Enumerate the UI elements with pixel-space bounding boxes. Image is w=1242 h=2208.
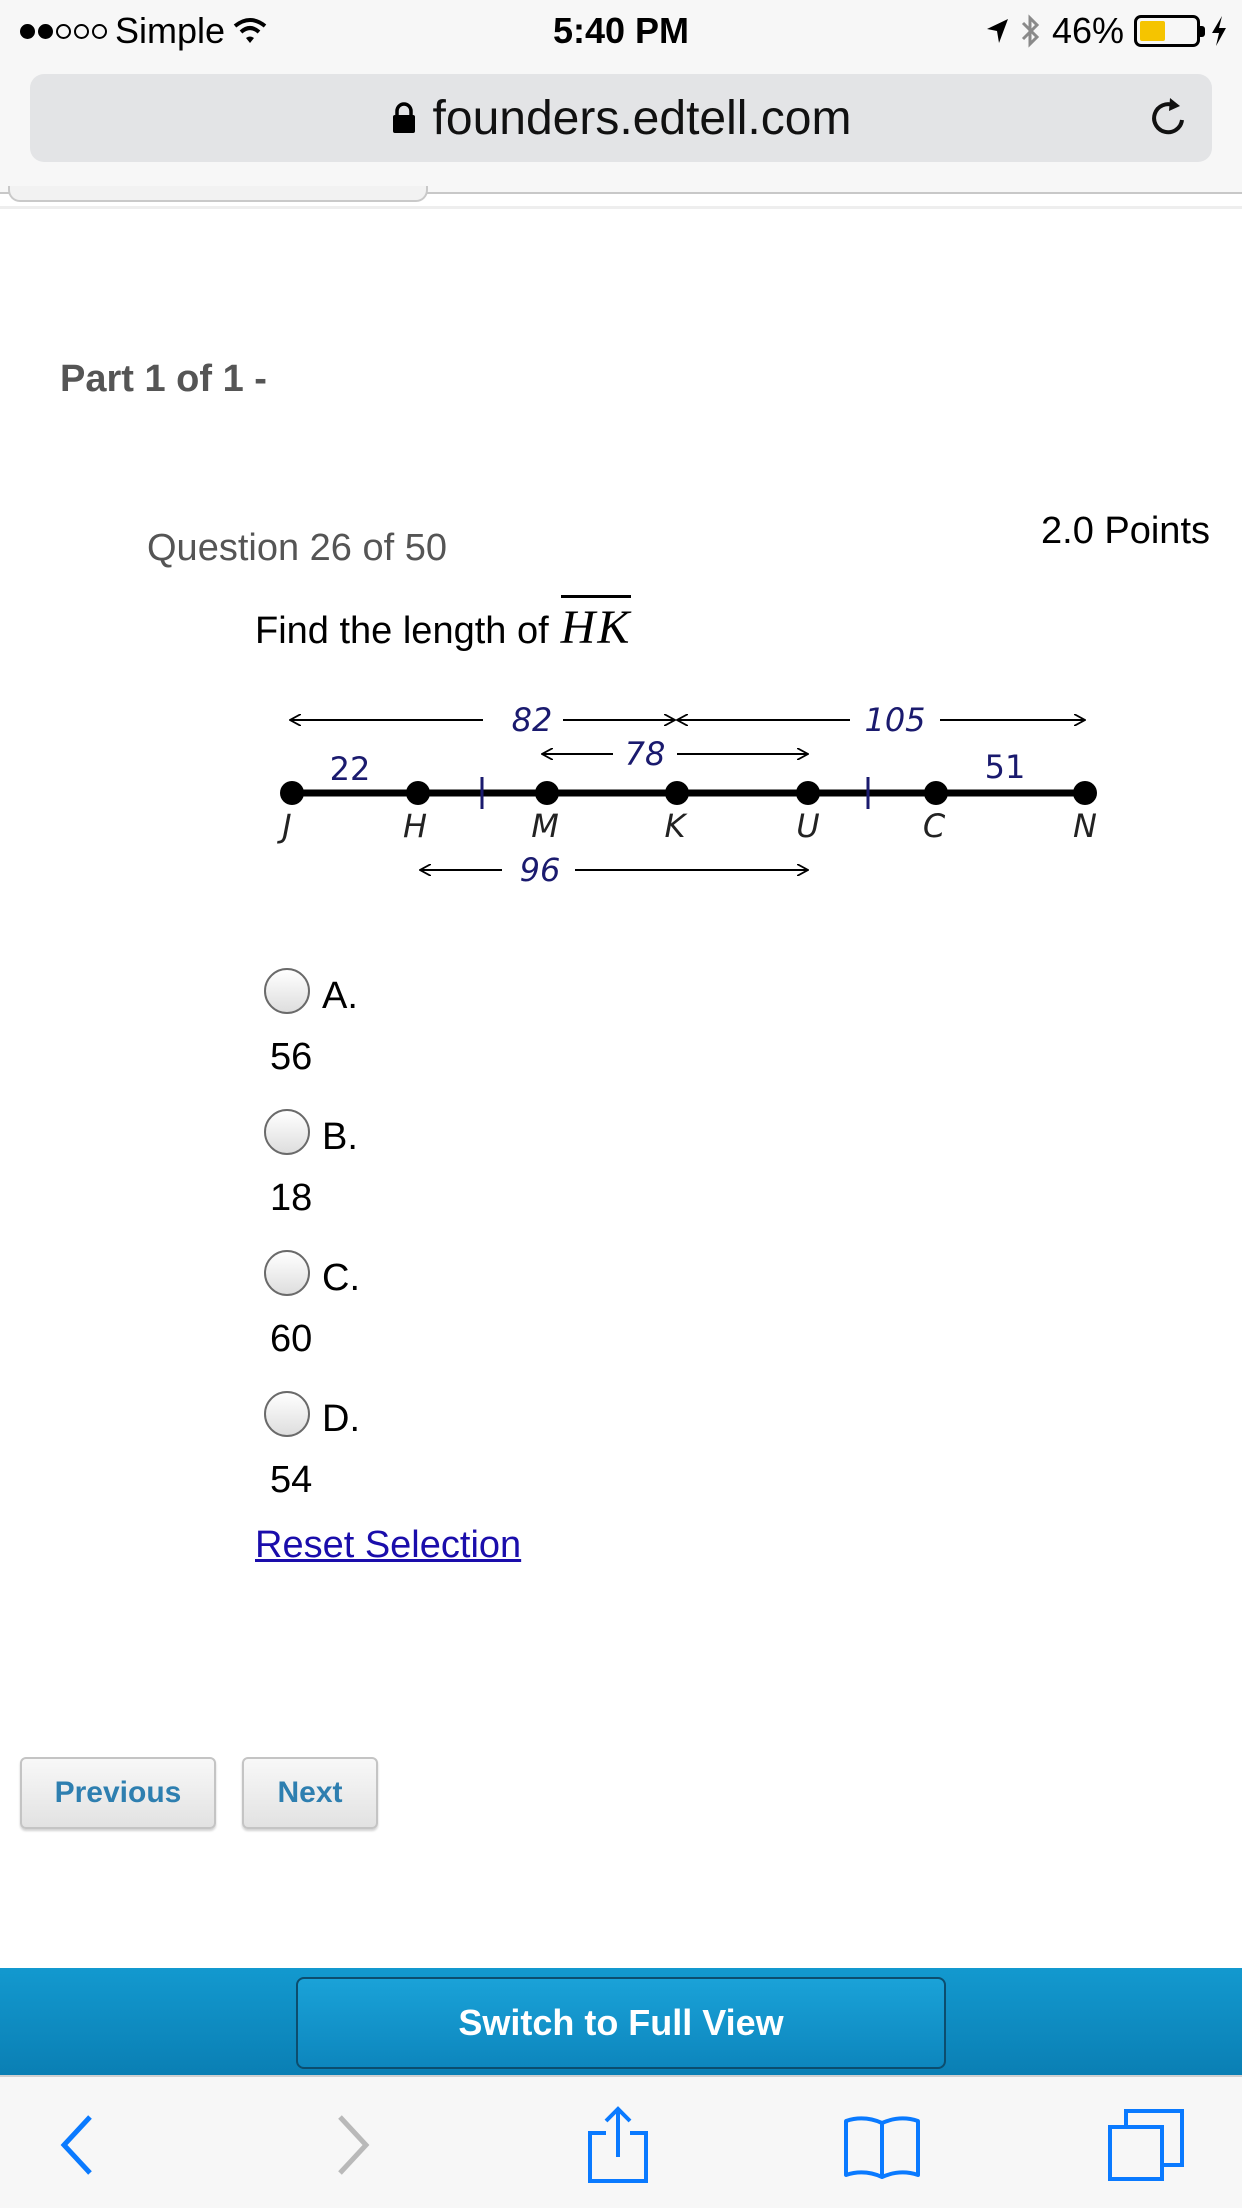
option-a-letter: A. xyxy=(322,975,358,1017)
url-text: founders.edtell.com xyxy=(432,91,852,145)
footer-bar: Switch to Full View xyxy=(0,1968,1242,2075)
segment-name: HK xyxy=(560,595,632,655)
url-field[interactable]: founders.edtell.com xyxy=(30,74,1212,162)
question-points: 2.0 Points xyxy=(1041,510,1210,552)
part-title: Part 1 of 1 - xyxy=(60,358,267,400)
label-cn: 51 xyxy=(985,748,1026,786)
point-m xyxy=(535,781,559,805)
label-jk: 82 xyxy=(512,701,553,739)
label-kn: 105 xyxy=(864,701,925,739)
option-a-value: 56 xyxy=(270,1036,313,1078)
segment-diagram: 82 105 78 22 51 J H M K U C N 96 xyxy=(276,701,1097,889)
back-icon[interactable] xyxy=(38,2105,118,2185)
label-h: H xyxy=(403,807,427,845)
label-k: K xyxy=(665,807,689,845)
question-number: Question 26 of 50 xyxy=(147,527,447,569)
option-c-radio[interactable] xyxy=(264,1250,310,1296)
charging-bolt-icon xyxy=(1212,16,1226,46)
battery-icon xyxy=(1134,15,1205,47)
reload-icon[interactable] xyxy=(1144,94,1192,142)
url-display: founders.edtell.com xyxy=(30,74,1212,162)
label-hu: 96 xyxy=(520,851,561,889)
option-d-radio[interactable] xyxy=(264,1391,310,1437)
label-jh: 22 xyxy=(330,750,371,788)
label-n: N xyxy=(1073,807,1097,845)
option-c-letter: C. xyxy=(322,1257,360,1299)
browser-address-bar: founders.edtell.com xyxy=(0,62,1242,194)
option-d-letter: D. xyxy=(322,1398,360,1440)
option-d-value: 54 xyxy=(270,1459,313,1501)
label-mu: 78 xyxy=(625,735,666,773)
tabs-icon[interactable] xyxy=(1106,2105,1186,2185)
option-a-radio[interactable] xyxy=(264,968,310,1014)
label-u: U xyxy=(796,807,819,845)
reset-selection-link[interactable]: Reset Selection xyxy=(255,1524,521,1567)
point-h xyxy=(406,781,430,805)
option-c-value: 60 xyxy=(270,1318,313,1360)
battery-percent: 46% xyxy=(1051,10,1124,51)
option-b: B. 18 xyxy=(262,1103,862,1244)
option-b-value: 18 xyxy=(270,1177,313,1219)
next-button[interactable]: Next xyxy=(242,1757,378,1829)
battery-level xyxy=(1140,21,1165,41)
share-icon[interactable] xyxy=(578,2105,658,2185)
point-j xyxy=(280,781,304,805)
label-c: C xyxy=(923,807,946,845)
lock-icon xyxy=(392,102,415,133)
status-bar: Simple 5:40 PM 46% xyxy=(0,0,1242,62)
bluetooth-icon xyxy=(1021,14,1040,48)
point-u xyxy=(796,781,820,805)
option-a: A. 56 xyxy=(262,962,862,1103)
location-arrow-icon xyxy=(986,19,1008,43)
forward-icon[interactable] xyxy=(312,2105,392,2185)
switch-full-view-button[interactable]: Switch to Full View xyxy=(296,1977,946,2069)
option-d: D. 54 xyxy=(262,1385,862,1526)
previous-button[interactable]: Previous xyxy=(20,1757,216,1829)
tab-remnant xyxy=(8,186,428,202)
answer-options: A. 56 B. 18 C. 60 D. 54 xyxy=(262,962,862,1526)
point-k xyxy=(665,781,689,805)
point-c xyxy=(924,781,948,805)
browser-toolbar xyxy=(0,2075,1242,2208)
page-divider xyxy=(0,206,1242,209)
option-b-radio[interactable] xyxy=(264,1109,310,1155)
label-m: M xyxy=(531,807,559,845)
prompt-text: Find the length of xyxy=(255,610,549,652)
option-b-letter: B. xyxy=(322,1116,358,1158)
question-prompt: Find the length of HK xyxy=(255,595,632,655)
point-n xyxy=(1073,781,1097,805)
option-c: C. 60 xyxy=(262,1244,862,1385)
status-right: 46% xyxy=(984,10,1228,52)
label-j: J xyxy=(276,807,291,845)
bookmarks-icon[interactable] xyxy=(842,2105,922,2185)
